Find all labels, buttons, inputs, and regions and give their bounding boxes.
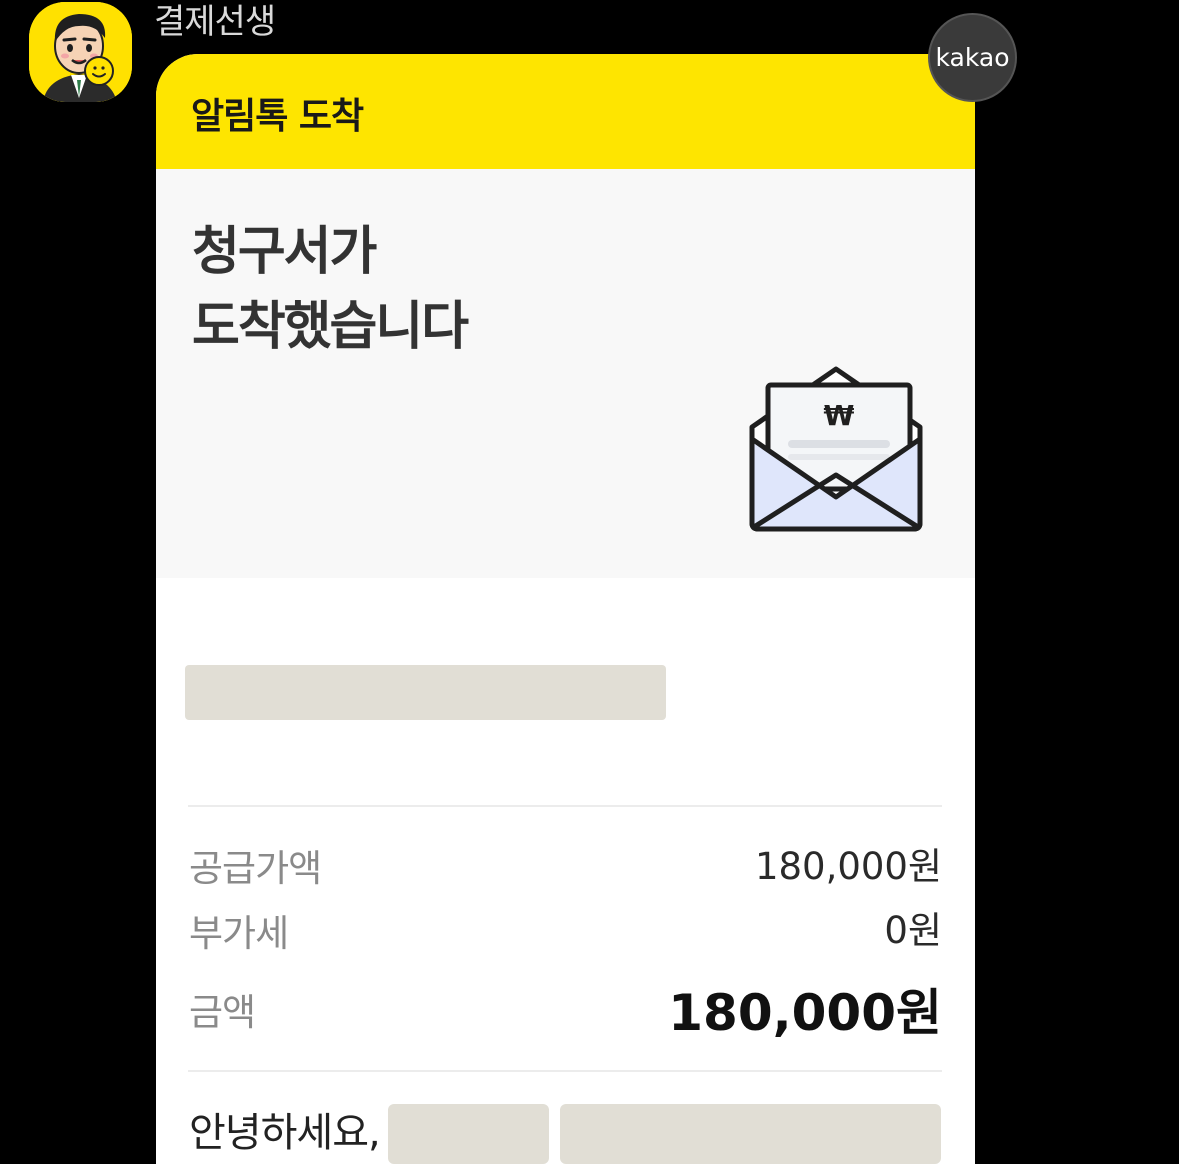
redacted-block xyxy=(185,665,666,720)
hero-title: 청구서가 도착했습니다 xyxy=(192,215,469,365)
total-amount-value: 180,000원 xyxy=(668,984,942,1042)
hero-title-line1: 청구서가 xyxy=(192,222,377,282)
card-header-title: 알림톡 도착 xyxy=(191,96,364,137)
card-hero: 청구서가 도착했습니다 ₩ xyxy=(156,169,975,578)
smiling-man-character-avatar-icon xyxy=(29,2,132,102)
vat-label: 부가세 xyxy=(189,912,289,955)
redacted-name xyxy=(388,1104,549,1164)
won-symbol: ₩ xyxy=(824,399,855,432)
supply-amount-label: 공급가액 xyxy=(189,847,322,890)
alimtalk-message-card[interactable]: 알림톡 도착 청구서가 도착했습니다 ₩ 공급가액 180,000원 부가세 0… xyxy=(156,54,975,1164)
vat-value: 0원 xyxy=(884,909,942,952)
sender-name: 결제선생 xyxy=(154,2,276,42)
hero-title-line2: 도착했습니다 xyxy=(192,297,469,357)
card-body: 공급가액 180,000원 부가세 0원 금액 180,000원 안녕하세요, xyxy=(156,578,975,1164)
redacted-text xyxy=(560,1104,941,1164)
supply-amount-value: 180,000원 xyxy=(754,845,942,888)
divider xyxy=(188,805,942,807)
greeting-text: 안녕하세요, xyxy=(189,1110,381,1156)
divider xyxy=(188,1070,942,1072)
envelope-with-invoice-icon: ₩ xyxy=(749,366,923,532)
card-header: 알림톡 도착 xyxy=(156,54,975,169)
sender-avatar[interactable] xyxy=(29,2,132,102)
kakao-badge: kakao xyxy=(928,13,1017,102)
total-amount-label: 금액 xyxy=(189,991,256,1034)
